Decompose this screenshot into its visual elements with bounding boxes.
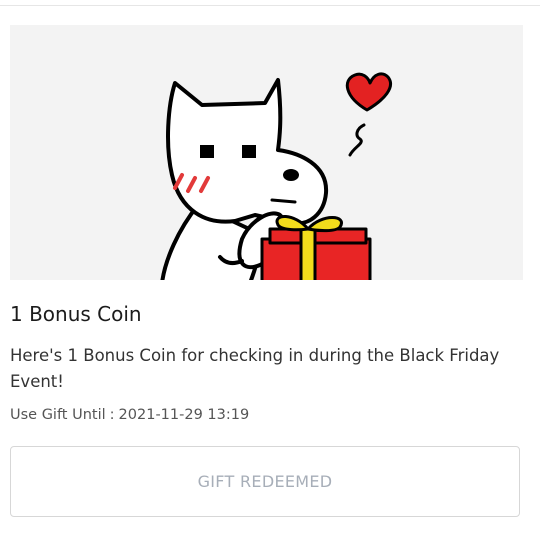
gift-redeemed-button-label: GIFT REDEEMED bbox=[197, 472, 333, 491]
cat-eye-right bbox=[242, 145, 256, 158]
gift-description: Here's 1 Bonus Coin for checking in duri… bbox=[10, 346, 500, 391]
heart-icon bbox=[345, 72, 392, 112]
top-divider bbox=[0, 5, 540, 6]
gift-box-icon bbox=[260, 215, 372, 280]
gift-redeemed-button[interactable]: GIFT REDEEMED bbox=[10, 446, 520, 517]
cat-eye-left bbox=[200, 145, 214, 158]
expiry-value: 2021-11-29 13:19 bbox=[118, 407, 250, 423]
expiry-separator: : bbox=[109, 407, 115, 423]
expiry-label: Use Gift Until bbox=[10, 407, 106, 423]
gift-expiry: Use Gift Until:2021-11-29 13:19 bbox=[10, 407, 249, 423]
gift-title: 1 Bonus Coin bbox=[10, 302, 142, 326]
squiggle-mark bbox=[348, 123, 366, 157]
gift-banner-image bbox=[10, 25, 523, 280]
cat-nose bbox=[283, 169, 299, 181]
